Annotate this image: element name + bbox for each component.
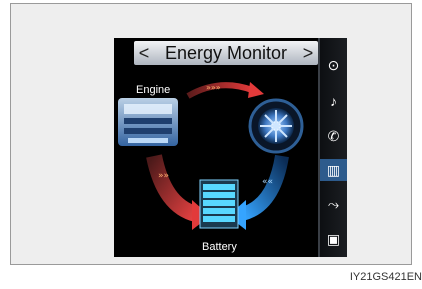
display-icon[interactable]: ▣	[320, 228, 347, 250]
svg-text:»»»: »»»	[206, 83, 221, 92]
previous-screen-button[interactable]: <	[134, 41, 154, 65]
wheel-icon	[248, 98, 304, 154]
engine-label: Engine	[136, 84, 171, 96]
flow-arrow-engine-to-wheel: »»»	[186, 82, 264, 99]
climate-icon[interactable]: ⤳	[320, 193, 347, 215]
next-screen-button[interactable]: >	[298, 41, 318, 65]
battery-icon	[199, 179, 239, 229]
navigation-icon[interactable]: ⊙	[320, 54, 347, 76]
phone-icon[interactable]: ✆	[320, 125, 347, 147]
title-bar: < Energy Monitor >	[134, 41, 318, 65]
screen-title: Energy Monitor	[164, 43, 288, 63]
music-icon[interactable]: ♪	[320, 90, 347, 112]
svg-text:»»: »»	[158, 171, 169, 181]
battery-label: Battery	[202, 241, 237, 253]
figure-code: IY21GS421EN	[349, 271, 422, 283]
energy-monitor-icon[interactable]: ▥	[320, 159, 347, 181]
energy-flow-diagram: »»» »» ««	[118, 82, 304, 230]
sidebar: ⊙ ♪ ✆ ▥ ⤳ ▣	[320, 38, 347, 257]
engine-icon	[118, 98, 178, 146]
energy-monitor-screen: »»» »» «« < Energy Monitor > Engine Batt…	[114, 38, 347, 257]
svg-text:««: ««	[262, 177, 273, 187]
figure-frame: »»» »» «« < Energy Monitor > Engine Batt…	[10, 3, 412, 265]
